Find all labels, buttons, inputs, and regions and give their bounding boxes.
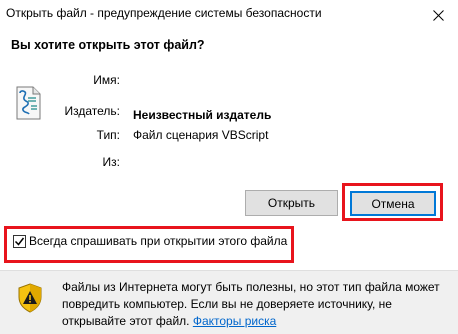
footer-divider [0, 270, 458, 271]
window-title: Открыть файл - предупреждение системы бе… [6, 6, 322, 20]
checkmark-icon [14, 237, 25, 246]
type-value: Файл сценария VBScript [133, 128, 269, 142]
type-label: Тип: [96, 128, 120, 142]
warning-shield-icon [18, 283, 42, 313]
warning-message: Файлы из Интернета могут быть полезны, н… [62, 279, 442, 330]
risk-factors-link[interactable]: Факторы риска [193, 314, 276, 328]
open-button[interactable]: Открыть [245, 190, 338, 216]
security-warning-dialog: Открыть файл - предупреждение системы бе… [0, 0, 458, 334]
name-label: Имя: [93, 73, 120, 87]
warning-footer: Файлы из Интернета могут быть полезны, н… [0, 270, 458, 334]
title-bar: Открыть файл - предупреждение системы бе… [0, 0, 458, 30]
close-button[interactable] [418, 0, 458, 30]
close-icon [432, 9, 444, 21]
always-ask-checkbox[interactable] [13, 234, 26, 248]
cancel-button[interactable]: Отмена [350, 191, 436, 216]
always-ask-label: Всегда спрашивать при открытии этого фай… [29, 234, 288, 248]
publisher-label: Издатель: [64, 104, 121, 118]
from-label: Из: [102, 155, 120, 169]
dialog-question: Вы хотите открыть этот файл? [11, 38, 205, 52]
always-ask-checkbox-row[interactable]: Всегда спрашивать при открытии этого фай… [13, 234, 287, 248]
publisher-value: Неизвестный издатель [133, 108, 272, 122]
